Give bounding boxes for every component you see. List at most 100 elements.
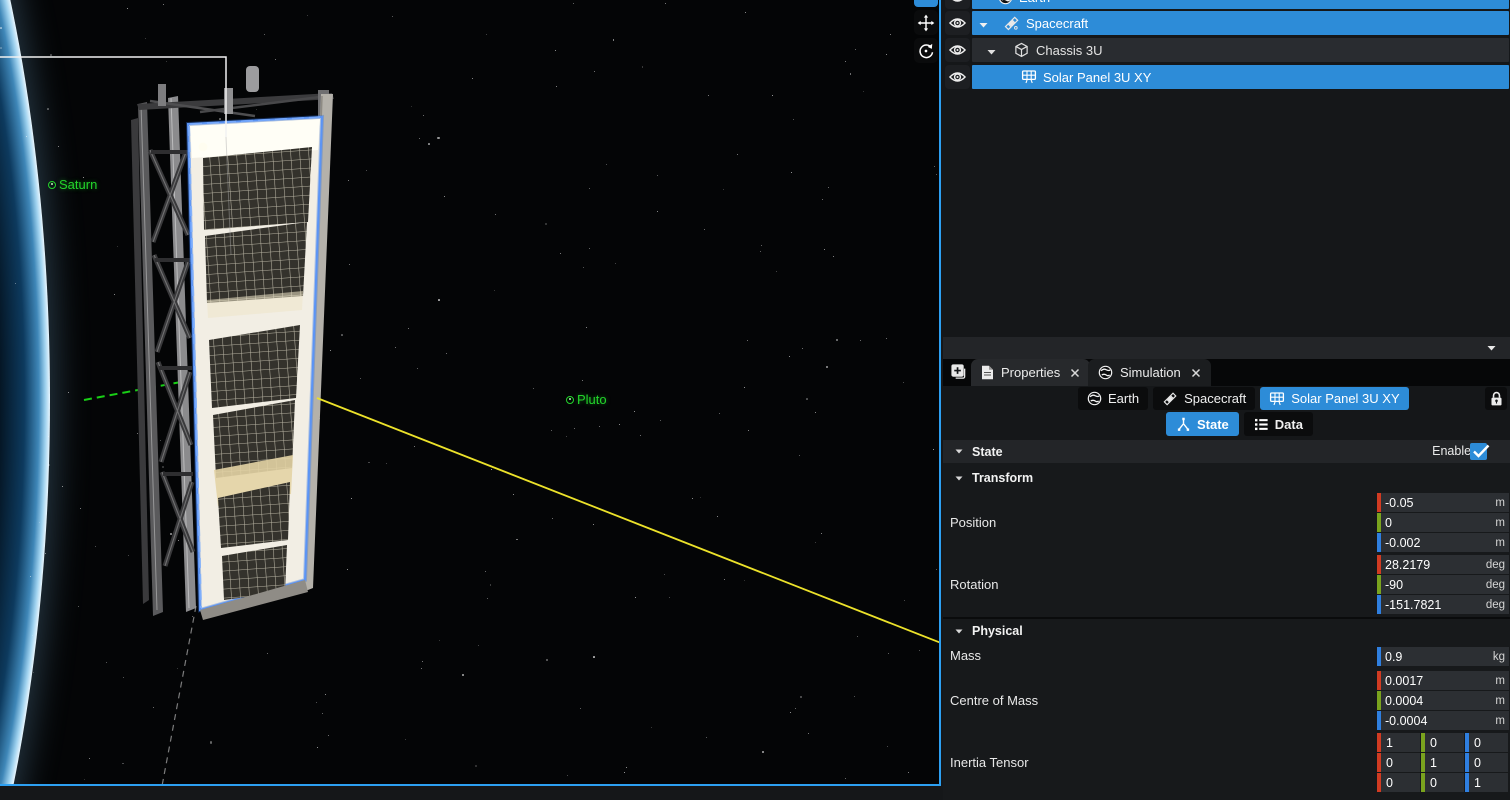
close-icon[interactable] [1070, 368, 1080, 378]
subtab-label: State [1197, 417, 1229, 432]
unit-label: m [1495, 497, 1505, 509]
rotation-x-value: 28.2179 [1385, 558, 1430, 572]
hierarchy-item-chassis-3u[interactable]: Chassis 3U [972, 38, 1509, 62]
move-tool-button[interactable] [914, 10, 938, 35]
breadcrumb-label: Earth [1108, 391, 1139, 406]
close-icon[interactable] [1191, 368, 1201, 378]
tab-bar: Properties Simulation [943, 359, 1510, 386]
viewport-3d[interactable]: Saturn Pluto [0, 0, 941, 786]
centre-of-mass-x-field[interactable]: 0.0017 m [1377, 671, 1509, 690]
hierarchy-item-spacecraft[interactable]: Spacecraft [972, 11, 1509, 35]
chevron-down-icon [955, 629, 963, 634]
inertia-cell-22[interactable]: 1 [1465, 773, 1508, 792]
mass-label: Mass [950, 648, 981, 663]
tab-label: Properties [1001, 365, 1060, 380]
centre-of-mass-z-field[interactable]: -0.0004 m [1377, 711, 1509, 730]
inertia-cell-11[interactable]: 1 [1421, 753, 1464, 772]
chevron-down-icon [955, 476, 963, 481]
document-icon [981, 365, 994, 380]
inertia-cell-12[interactable]: 0 [1465, 753, 1508, 772]
inertia-cell-20[interactable]: 0 [1377, 773, 1420, 792]
spacecraft-model[interactable] [131, 66, 334, 620]
lock-icon [1490, 391, 1503, 407]
satellite-icon [1003, 15, 1020, 32]
hierarchy-item-label: Earth [1019, 0, 1050, 5]
solar-panel-icon [1269, 391, 1285, 407]
unit-label: m [1495, 715, 1505, 727]
rotation-z-field[interactable]: -151.7821 deg [1377, 595, 1509, 614]
mass-value: 0.9 [1385, 650, 1402, 664]
inertia-cell-01[interactable]: 0 [1421, 733, 1464, 752]
lock-button[interactable] [1485, 387, 1507, 410]
unit-label: deg [1486, 579, 1505, 591]
position-x-field[interactable]: -0.05 m [1377, 493, 1509, 512]
position-z-field[interactable]: -0.002 m [1377, 533, 1509, 552]
inertia-cell-00[interactable]: 1 [1377, 733, 1420, 752]
hierarchy-item-earth[interactable]: Earth [972, 0, 1509, 9]
com-x-value: 0.0017 [1385, 674, 1423, 688]
unit-label: deg [1486, 559, 1505, 571]
chevron-down-icon[interactable] [979, 16, 988, 31]
select-tool-button[interactable] [914, 0, 938, 7]
planet-dot-icon [48, 181, 56, 189]
centre-of-mass-y-field[interactable]: 0.0004 m [1377, 691, 1509, 710]
enabled-checkbox[interactable] [1470, 443, 1487, 460]
subtab-data[interactable]: Data [1244, 412, 1313, 436]
breadcrumb-spacecraft[interactable]: Spacecraft [1153, 387, 1255, 410]
inertia-cell-10[interactable]: 0 [1377, 753, 1420, 772]
inertia-cell-21[interactable]: 0 [1421, 773, 1464, 792]
visibility-eye-button[interactable] [945, 38, 970, 62]
hierarchy-collapse-bar[interactable] [943, 337, 1510, 359]
axes-icon [1176, 417, 1191, 432]
subtab-state[interactable]: State [1166, 412, 1239, 436]
breadcrumb-solar-panel[interactable]: Solar Panel 3U XY [1260, 387, 1408, 410]
unit-label: m [1495, 537, 1505, 549]
mass-field[interactable]: 0.9 kg [1377, 647, 1509, 666]
tab-simulation[interactable]: Simulation [1088, 359, 1211, 386]
globe-icon [1098, 365, 1113, 380]
gray-guide-line [162, 606, 196, 786]
eye-icon [949, 44, 966, 56]
breadcrumb-earth[interactable]: Earth [1078, 387, 1148, 410]
checkmark-icon [1472, 442, 1490, 460]
section-header-transform[interactable]: Transform [943, 467, 1510, 489]
add-tab-button[interactable] [948, 363, 968, 383]
side-panel: Earth Spacecraft [943, 0, 1510, 800]
section-header-state[interactable]: State [943, 440, 1510, 463]
add-tab-icon [950, 363, 967, 380]
position-y-field[interactable]: 0 m [1377, 513, 1509, 532]
breadcrumb: Earth Spacecraft Solar Panel 3U XY [943, 386, 1510, 411]
section-title: Physical [972, 624, 1023, 638]
hierarchy-item-solar-panel[interactable]: Solar Panel 3U XY [972, 65, 1509, 89]
planet-marker-pluto[interactable]: Pluto [566, 392, 607, 407]
inertia-cell-02[interactable]: 0 [1465, 733, 1508, 752]
rotation-x-field[interactable]: 28.2179 deg [1377, 555, 1509, 574]
planet-label-text: Saturn [59, 177, 97, 192]
hierarchy-item-label: Solar Panel 3U XY [1043, 70, 1151, 85]
rotation-y-field[interactable]: -90 deg [1377, 575, 1509, 594]
chevron-down-icon[interactable] [987, 43, 996, 58]
unit-label: deg [1486, 599, 1505, 611]
rotation-label: Rotation [950, 577, 998, 592]
visibility-eye-button[interactable] [945, 0, 970, 9]
cube-icon [1014, 42, 1029, 58]
unit-label: m [1495, 695, 1505, 707]
visibility-eye-button[interactable] [945, 11, 970, 35]
rotate-tool-button[interactable] [914, 38, 938, 63]
visibility-eye-button[interactable] [945, 65, 970, 89]
hierarchy-item-label: Chassis 3U [1036, 43, 1102, 58]
subtab-row: State Data [1166, 412, 1313, 436]
planet-label-text: Pluto [577, 392, 607, 407]
chevron-down-icon [1487, 345, 1496, 351]
position-label: Position [950, 515, 996, 530]
globe-icon [1087, 391, 1102, 406]
rotate-icon [916, 41, 936, 61]
globe-icon [998, 0, 1013, 5]
breadcrumb-label: Solar Panel 3U XY [1291, 391, 1399, 406]
section-header-physical[interactable]: Physical [943, 620, 1510, 642]
tab-properties[interactable]: Properties [971, 359, 1090, 386]
com-y-value: 0.0004 [1385, 694, 1423, 708]
eye-icon [949, 0, 966, 3]
planet-marker-saturn[interactable]: Saturn [48, 177, 97, 192]
rotation-y-value: -90 [1385, 578, 1403, 592]
